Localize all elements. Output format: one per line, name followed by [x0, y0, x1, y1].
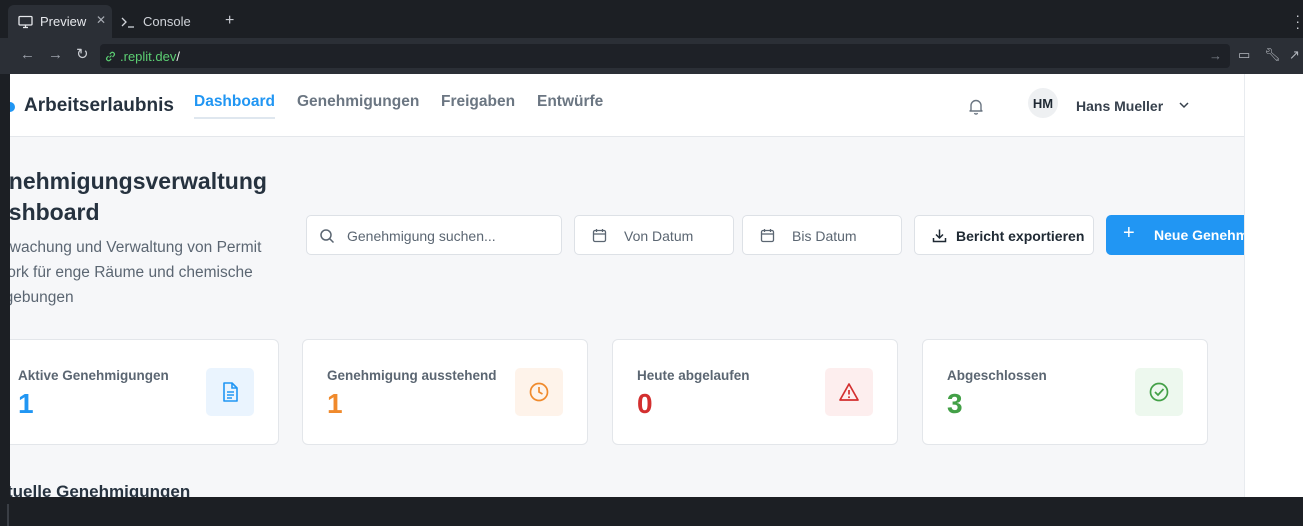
right-panel-edge	[1244, 74, 1303, 497]
devtools-monitor-icon[interactable]: ▭	[1238, 47, 1250, 63]
check-circle-icon	[1135, 368, 1183, 416]
new-permit-label: Neue Genehmigung	[1154, 227, 1244, 243]
plus-icon: +	[1123, 222, 1135, 244]
monitor-icon	[18, 15, 33, 28]
nav-entwuerfe[interactable]: Entwürfe	[537, 93, 603, 111]
to-date-field[interactable]: Bis Datum	[742, 215, 902, 255]
export-report-button[interactable]: Bericht exportieren	[914, 215, 1094, 255]
top-navbar: Arbeitserlaubnis Dashboard Genehmigungen…	[10, 74, 1244, 137]
stat-card-expired[interactable]: Heute abgelaufen 0	[612, 339, 898, 445]
document-icon	[206, 368, 254, 416]
calendar-icon	[592, 229, 607, 243]
terminal-icon	[121, 17, 134, 28]
section-title: tuelle Genehmigungen	[10, 482, 191, 497]
nav-genehmigungen[interactable]: Genehmigungen	[297, 93, 419, 111]
app-viewport: Arbeitserlaubnis Dashboard Genehmigungen…	[10, 74, 1244, 497]
nav-freigaben[interactable]: Freigaben	[441, 93, 515, 111]
brand-title: Arbeitserlaubnis	[24, 95, 174, 116]
browser-tab-strip: Preview ✕ Console + · · ·	[0, 0, 1303, 38]
stat-card-pending[interactable]: Genehmigung ausstehend 1	[302, 339, 588, 445]
stat-card-active[interactable]: Aktive Genehmigungen 1	[10, 339, 279, 445]
stat-value: 0	[637, 388, 653, 419]
forward-arrow-icon[interactable]: →	[48, 46, 63, 63]
wrench-icon[interactable]: 🔧︎	[1264, 47, 1281, 63]
warning-icon	[825, 368, 873, 416]
export-label: Bericht exportieren	[956, 228, 1085, 244]
from-date-placeholder: Von Datum	[624, 228, 694, 244]
tab-label: Preview	[40, 14, 87, 29]
search-field[interactable]	[306, 215, 562, 255]
new-tab-button[interactable]: +	[225, 12, 234, 30]
more-menu-icon[interactable]: · · ·	[1295, 8, 1300, 34]
stat-label: Genehmigung ausstehend	[327, 368, 497, 383]
download-icon	[932, 229, 947, 243]
back-arrow-icon[interactable]: ←	[20, 46, 35, 63]
tab-preview[interactable]: Preview ✕	[8, 5, 112, 38]
go-arrow-icon[interactable]: →	[1209, 48, 1222, 63]
stat-value: 1	[327, 388, 343, 419]
url-host: .replit.dev	[120, 48, 177, 64]
to-date-placeholder: Bis Datum	[792, 228, 857, 244]
bell-icon[interactable]	[968, 98, 984, 115]
brand-logo-icon	[10, 102, 15, 112]
stat-label: Aktive Genehmigungen	[18, 368, 169, 383]
tab-console[interactable]: Console	[116, 5, 216, 38]
address-bar-row: ← → ↻ .replit.dev / → ▭ 🔧︎ ↗	[0, 38, 1303, 74]
page-title: enehmigungsverwaltung ashboard	[10, 168, 267, 225]
link-icon	[106, 51, 115, 61]
search-icon	[320, 229, 335, 244]
tab-label: Console	[143, 14, 191, 29]
open-external-icon[interactable]: ↗	[1289, 47, 1300, 63]
stat-value: 1	[18, 388, 34, 419]
close-icon[interactable]: ✕	[96, 13, 106, 27]
stat-label: Heute abgelaufen	[637, 368, 750, 383]
url-path: /	[176, 48, 180, 64]
search-input[interactable]	[347, 225, 552, 247]
left-panel-edge	[0, 74, 10, 526]
avatar[interactable]: HM	[1028, 88, 1058, 118]
from-date-field[interactable]: Von Datum	[574, 215, 734, 255]
nav-dashboard[interactable]: Dashboard	[194, 93, 275, 119]
clock-icon	[515, 368, 563, 416]
stat-card-completed[interactable]: Abgeschlossen 3	[922, 339, 1208, 445]
new-permit-button[interactable]: + Neue Genehmigung	[1106, 215, 1244, 255]
stat-label: Abgeschlossen	[947, 368, 1047, 383]
stat-value: 3	[947, 388, 963, 419]
calendar-icon	[760, 229, 775, 243]
reload-icon[interactable]: ↻	[76, 45, 89, 63]
url-input[interactable]: .replit.dev / →	[100, 44, 1230, 68]
user-name[interactable]: Hans Mueller	[1076, 98, 1163, 114]
page-subtitle: erwachung und Verwaltung von Permit work…	[10, 239, 262, 306]
chevron-down-icon[interactable]	[1178, 101, 1190, 109]
